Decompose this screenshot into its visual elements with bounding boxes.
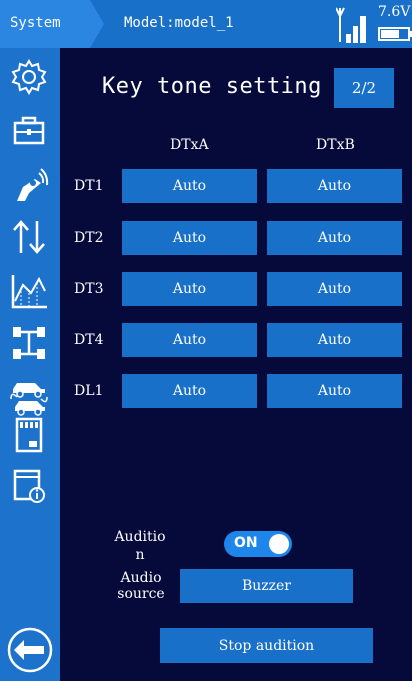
curve-chart-icon xyxy=(11,275,47,309)
dt1-dtxa-button[interactable]: Auto xyxy=(122,169,257,203)
back-button[interactable] xyxy=(4,624,56,676)
signal-icon xyxy=(335,4,368,44)
chassis-icon xyxy=(13,327,45,359)
audio-source-button[interactable]: Buzzer xyxy=(180,569,353,603)
audition-toggle-text: ON xyxy=(234,535,258,551)
dt2-dtxb-button[interactable]: Auto xyxy=(267,221,402,255)
top-bar: System Model:model_1 7.6V xyxy=(0,0,412,48)
sidebar-item-storage[interactable] xyxy=(6,412,52,458)
back-arrow-icon xyxy=(7,627,53,673)
column-header-dtxa: DTxA xyxy=(170,137,209,153)
dt3-dtxb-button[interactable]: Auto xyxy=(267,272,402,306)
audition-label: Auditio n xyxy=(100,528,180,564)
gear-icon xyxy=(11,59,47,95)
row-label-dl1: DL1 xyxy=(74,383,104,399)
voltage-readout: 7.6V xyxy=(378,4,411,20)
toolbox-icon xyxy=(13,116,45,145)
model-label: Model:model_1 xyxy=(124,15,234,31)
row-label-dt1: DT1 xyxy=(74,178,104,194)
page-title: Key tone setting xyxy=(102,74,322,99)
sidebar-item-info[interactable] xyxy=(6,462,52,508)
dl1-dtxa-button[interactable]: Auto xyxy=(122,374,257,408)
row-label-dt3: DT3 xyxy=(74,281,104,297)
audio-source-label-line1: Audio xyxy=(120,570,162,586)
dt2-dtxa-button[interactable]: Auto xyxy=(122,221,257,255)
stop-audition-button[interactable]: Stop audition xyxy=(160,628,373,663)
battery-icon xyxy=(378,26,412,41)
dt4-dtxb-button[interactable]: Auto xyxy=(267,323,402,357)
cars-icon xyxy=(10,383,48,416)
dt1-dtxb-button[interactable]: Auto xyxy=(267,169,402,203)
audition-label-line1: Auditio xyxy=(114,529,166,545)
dl1-dtxb-button[interactable]: Auto xyxy=(267,374,402,408)
audio-source-label-line2: source xyxy=(117,586,165,602)
audition-toggle[interactable]: ON xyxy=(224,531,292,557)
transmitter-icon xyxy=(17,168,49,201)
sidebar-item-reverse[interactable] xyxy=(6,214,52,260)
reverse-arrows-icon xyxy=(13,220,45,254)
sd-card-icon xyxy=(15,417,43,453)
sidebar-item-chassis[interactable] xyxy=(6,320,52,366)
audition-toggle-knob xyxy=(269,534,289,554)
audio-source-label: Audio source xyxy=(104,570,178,602)
sidebar-item-system-settings[interactable] xyxy=(6,54,52,100)
row-label-dt2: DT2 xyxy=(74,230,104,246)
row-label-dt4: DT4 xyxy=(74,332,104,348)
page-indicator-button[interactable]: 2/2 xyxy=(334,68,394,108)
column-header-dtxb: DTxB xyxy=(316,137,355,153)
system-label: System xyxy=(10,15,61,31)
sidebar xyxy=(0,48,60,681)
audition-label-line2: n xyxy=(135,547,145,563)
sidebar-item-tools[interactable] xyxy=(6,108,52,154)
sidebar-item-transmitter[interactable] xyxy=(6,162,52,208)
system-tab[interactable]: System xyxy=(0,0,104,48)
info-icon xyxy=(13,469,45,503)
dt4-dtxa-button[interactable]: Auto xyxy=(122,323,257,357)
dt3-dtxa-button[interactable]: Auto xyxy=(122,272,257,306)
sidebar-item-curve[interactable] xyxy=(6,268,52,314)
